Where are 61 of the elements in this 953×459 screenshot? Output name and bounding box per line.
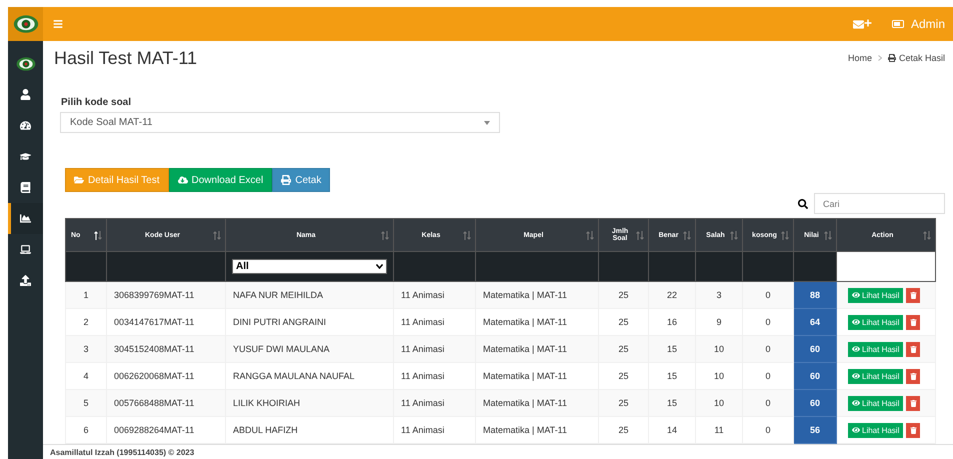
battery-icon	[892, 20, 905, 28]
print-button[interactable]: Cetak	[272, 168, 330, 192]
score-cell: 60	[794, 390, 836, 416]
score-cell: 56	[794, 416, 836, 444]
eye-icon	[852, 372, 860, 380]
print-icon	[888, 54, 896, 62]
table-cell: 11 Animasi	[394, 416, 476, 444]
delete-button[interactable]	[906, 422, 920, 438]
field-label: Pilih kode soal	[60, 97, 132, 108]
eye-icon	[852, 345, 860, 353]
delete-button[interactable]	[906, 368, 920, 384]
table-cell: 25	[598, 416, 648, 444]
laptop-icon	[20, 244, 31, 255]
code-select[interactable]: Kode Soal MAT-11	[60, 112, 500, 133]
table-cell: 11	[696, 416, 742, 444]
trash-icon	[910, 346, 917, 352]
table-cell: 14	[648, 416, 696, 444]
dashboard-icon	[20, 120, 31, 131]
caret-icon	[484, 120, 490, 125]
search-icon	[798, 198, 808, 208]
page-title: Hasil Test MAT-11	[54, 48, 198, 69]
score-cell: 60	[794, 362, 836, 390]
area-chart-icon	[20, 213, 31, 224]
delete-button[interactable]	[906, 396, 920, 410]
search-field[interactable]: Cari	[814, 193, 945, 214]
chevron-right-icon	[878, 55, 882, 62]
eye-icon	[852, 291, 860, 299]
trash-icon	[910, 426, 917, 434]
eye-icon	[852, 318, 860, 326]
graduation-cap-icon	[20, 151, 31, 162]
delete-button[interactable]	[906, 314, 920, 330]
book-icon	[20, 182, 31, 193]
footer-text: Asamillatul Izzah (1995114035) © 2023	[43, 444, 953, 459]
name-filter-select[interactable]: All	[232, 259, 387, 274]
delete-button[interactable]	[906, 288, 920, 302]
score-cell: 64	[794, 308, 836, 336]
cloud-download-icon	[178, 175, 188, 185]
breadcrumb-link[interactable]: Cetak Hasil	[888, 53, 945, 64]
logo-icon	[16, 56, 36, 70]
breadcrumb-link[interactable]: Home	[848, 53, 872, 64]
score-cell: 88	[794, 282, 836, 308]
logo-icon	[12, 14, 38, 34]
delete-button[interactable]	[906, 342, 920, 356]
user-icon	[20, 89, 31, 100]
table-cell: 0069288264MAT-11	[106, 416, 226, 444]
table-cell: Matematika | MAT-11	[476, 416, 598, 444]
menu-icon	[53, 19, 63, 29]
upload-icon	[20, 275, 31, 286]
trash-icon	[910, 318, 917, 326]
trash-icon	[910, 292, 917, 298]
trash-icon	[910, 372, 917, 380]
eye-icon	[852, 426, 860, 434]
trash-icon	[910, 400, 917, 406]
table-cell: 6	[66, 416, 106, 444]
chevron-down-icon	[376, 264, 383, 269]
sidebar-item[interactable]	[8, 203, 43, 234]
eye-icon	[852, 399, 860, 407]
folder-icon	[74, 175, 84, 185]
print-icon	[281, 175, 292, 185]
score-cell: 60	[794, 336, 836, 362]
table-cell: ABDUL HAFIZH	[226, 416, 394, 444]
